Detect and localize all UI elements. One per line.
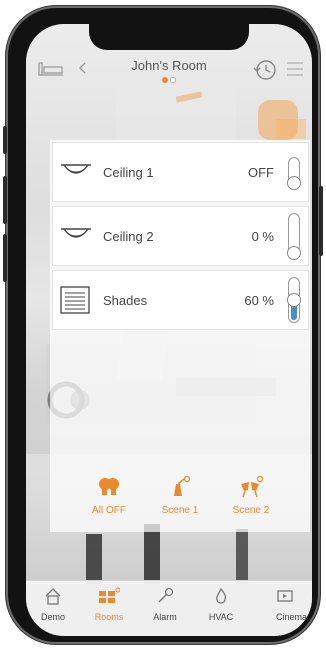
rooms-grid-icon [98,587,121,609]
shades-icon [59,285,91,320]
mute-switch [3,126,7,154]
device-name: Ceiling 1 [103,165,154,180]
nav-item-hvac[interactable]: HVAC [192,587,250,622]
power-button [319,186,323,256]
phone-frame: John's Room Ceiling 1 OFF Ceiling 2 0 % … [3,6,323,644]
device-slider[interactable] [287,213,301,260]
scene-button-scene-1[interactable]: Scene 1 [145,475,215,516]
scene-label: Scene 2 [232,505,270,516]
device-value: 60 % [244,293,274,308]
nav-label: Cinema [276,612,308,622]
device-slider[interactable] [287,277,301,323]
device-name: Shades [103,293,148,308]
ceiling-light-icon [59,225,93,252]
nav-label: HVAC [208,612,234,622]
nav-item-cinema[interactable]: Cinema [276,587,312,622]
tv-icon [276,590,294,609]
volume-down-button [3,234,7,282]
volume-up-button [3,176,7,224]
nav-item-alarm[interactable]: Alarm [136,587,194,622]
bottom-nav: Demo Rooms Alarm HVAC Cinema [26,580,312,636]
scene-lamp-icon [168,475,192,502]
scene-label: All OFF [92,505,126,516]
page-dot-active [162,77,168,83]
lights-off-icon [97,478,121,502]
device-card-ceiling-1[interactable]: Ceiling 1 OFF [52,142,309,202]
device-value: 0 % [251,229,274,244]
history-icon[interactable] [252,58,278,87]
device-toggle[interactable] [287,157,301,190]
nav-item-demo[interactable]: Demo [26,587,82,622]
device-card-ceiling-2[interactable]: Ceiling 2 0 % [52,206,309,266]
app-screen: John's Room Ceiling 1 OFF Ceiling 2 0 % … [26,24,312,636]
hamburger-menu-icon[interactable] [286,61,304,82]
nav-label: Alarm [153,612,177,622]
page-title: John's Room [131,58,207,73]
nav-item-rooms[interactable]: Rooms [80,587,138,622]
wrench-icon [156,587,174,609]
house-icon [44,588,62,609]
page-dot-inactive [170,77,176,83]
device-panel: Ceiling 1 OFF Ceiling 2 0 % Shades 60 % [50,140,310,532]
scene-cheers-icon [238,475,264,502]
phone-notch [89,24,249,50]
ceiling-light-icon [59,161,93,188]
device-value: OFF [248,165,274,180]
scene-bar: All OFF Scene 1 Scene 2 [50,475,310,532]
nav-label: Demo [40,612,65,622]
device-name: Ceiling 2 [103,229,154,244]
room-header: John's Room [26,50,312,104]
flame-icon [212,587,230,609]
nav-label: Rooms [94,612,124,622]
scene-label: Scene 1 [161,505,199,516]
scene-button-all-off[interactable]: All OFF [74,476,144,516]
scene-button-scene-2[interactable]: Scene 2 [216,475,286,516]
device-card-shades[interactable]: Shades 60 % [52,270,309,330]
